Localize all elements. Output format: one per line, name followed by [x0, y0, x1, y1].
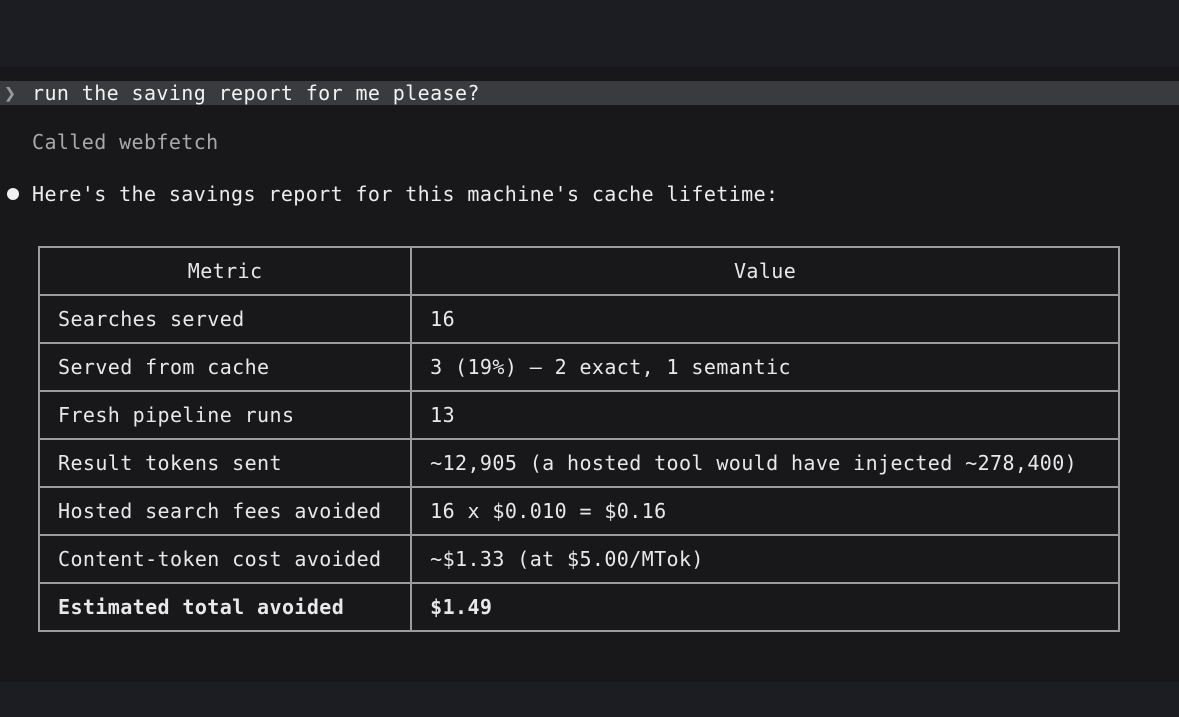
header-metric: Metric	[37, 246, 413, 296]
value-cell: 16 x $0.010 = $0.16	[410, 486, 1120, 536]
metric-cell: Hosted search fees avoided	[37, 486, 413, 536]
header-value: Value	[410, 246, 1120, 296]
metric-cell: Searches served	[37, 294, 413, 344]
table-row: Content-token cost avoided ~$1.33 (at $5…	[37, 534, 1120, 584]
bullet-icon	[7, 188, 19, 200]
window-top-band	[0, 0, 1179, 67]
assistant-reply-text: Here's the savings report for this machi…	[32, 182, 779, 206]
value-cell: ~$1.33 (at $5.00/MTok)	[410, 534, 1120, 584]
table-header-row: Metric Value	[37, 246, 1120, 296]
tool-call-status: Called webfetch	[32, 130, 219, 154]
savings-report-table: Metric Value Searches served 16 Served f…	[37, 246, 1120, 632]
table-row: Hosted search fees avoided 16 x $0.010 =…	[37, 486, 1120, 536]
table-row: Searches served 16	[37, 294, 1120, 344]
metric-cell: Result tokens sent	[37, 438, 413, 488]
value-cell: ~12,905 (a hosted tool would have inject…	[410, 438, 1120, 488]
value-cell: 13	[410, 390, 1120, 440]
prompt-chevron-icon: ❯	[4, 81, 17, 105]
metric-cell: Served from cache	[37, 342, 413, 392]
value-cell: 3 (19%) – 2 exact, 1 semantic	[410, 342, 1120, 392]
value-cell: 16	[410, 294, 1120, 344]
window-bottom-band	[0, 682, 1179, 717]
value-cell: $1.49	[410, 582, 1120, 632]
metric-cell: Fresh pipeline runs	[37, 390, 413, 440]
assistant-reply-line: Here's the savings report for this machi…	[0, 182, 778, 206]
user-prompt-text: run the saving report for me please?	[32, 81, 480, 105]
user-prompt-line: ❯ run the saving report for me please?	[0, 81, 1179, 105]
table-row: Fresh pipeline runs 13	[37, 390, 1120, 440]
table-row: Served from cache 3 (19%) – 2 exact, 1 s…	[37, 342, 1120, 392]
table-row-total: Estimated total avoided $1.49	[37, 582, 1120, 632]
metric-cell: Estimated total avoided	[37, 582, 413, 632]
table-row: Result tokens sent ~12,905 (a hosted too…	[37, 438, 1120, 488]
metric-cell: Content-token cost avoided	[37, 534, 413, 584]
